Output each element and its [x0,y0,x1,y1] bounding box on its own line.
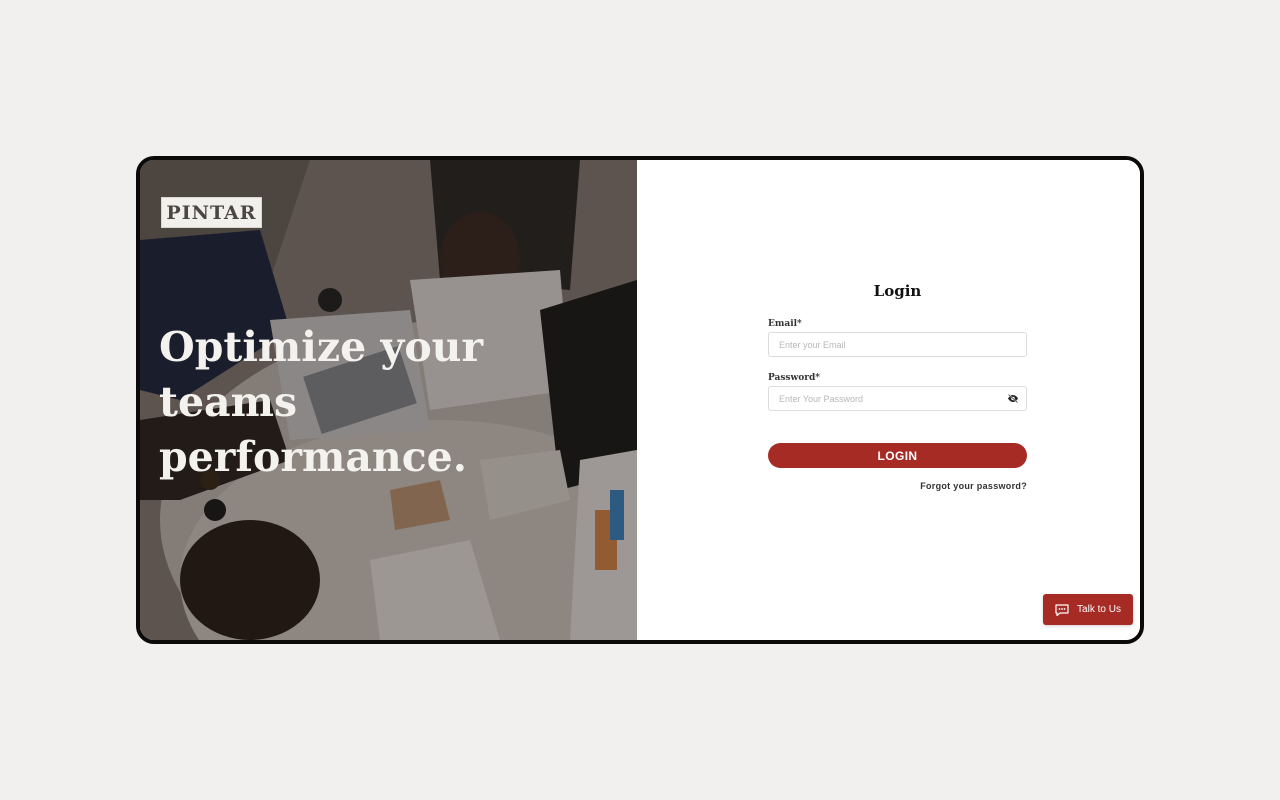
talk-to-us-label: Talk to Us [1077,604,1121,615]
brand-logo: PINTAR [161,197,262,228]
email-input[interactable] [768,332,1027,357]
hero-panel: PINTAR Optimize your teams performance. [140,160,637,640]
hero-tagline: Optimize your teams performance. [159,323,484,481]
password-field [768,386,1027,411]
login-title: Login [873,282,922,300]
login-panel: Login Email* Password* LOGIN Forgot your… [637,160,1140,640]
password-label: Password* [768,373,820,383]
chat-icon [1055,603,1069,616]
email-label: Email* [768,319,802,329]
password-input[interactable] [768,386,1027,411]
login-form: Login Email* Password* LOGIN Forgot your… [768,282,1027,491]
login-button[interactable]: LOGIN [768,443,1027,468]
app-window: PINTAR Optimize your teams performance. … [136,156,1144,644]
forgot-password-link[interactable]: Forgot your password? [768,481,1027,491]
eye-slash-icon[interactable] [1007,394,1019,403]
talk-to-us-button[interactable]: Talk to Us [1043,594,1133,625]
